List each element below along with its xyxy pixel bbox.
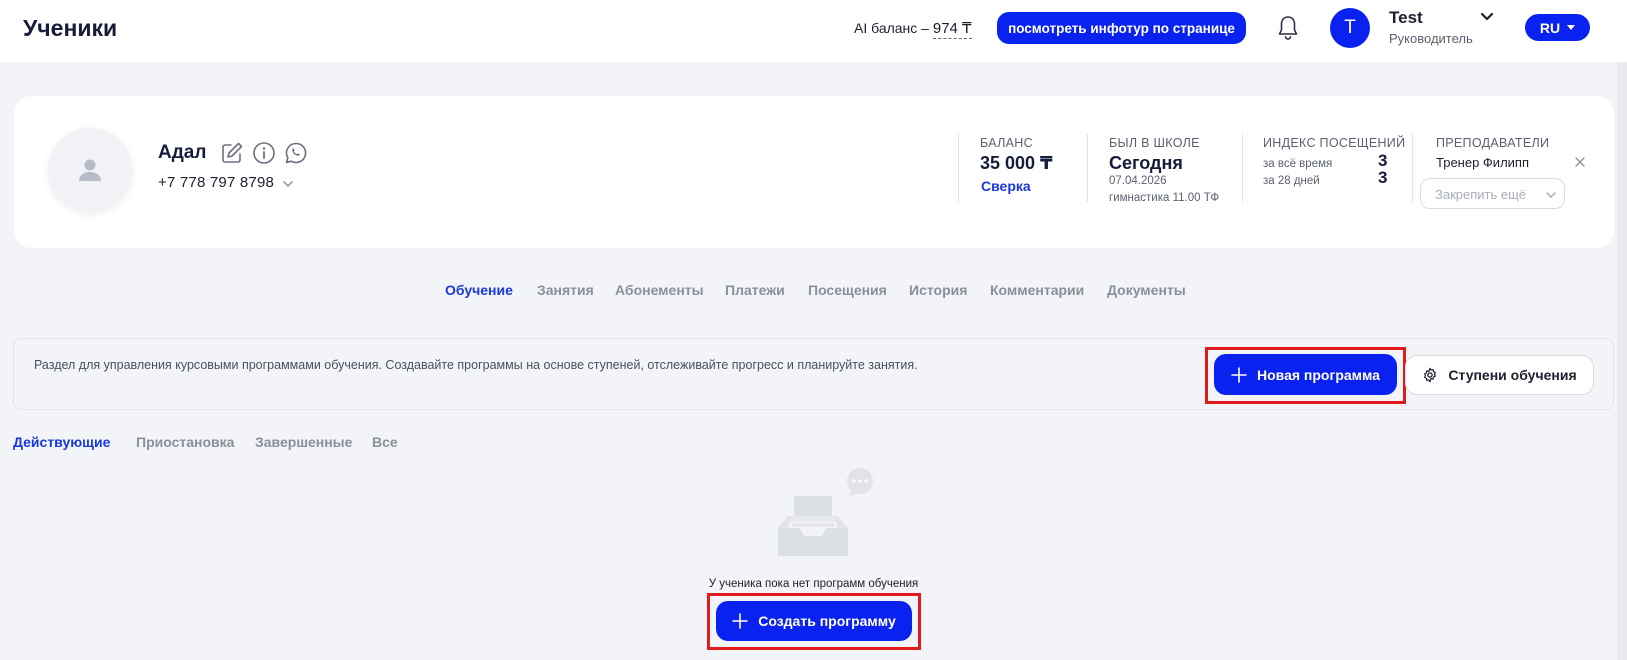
tab-comments[interactable]: Комментарии bbox=[990, 282, 1084, 298]
whatsapp-icon[interactable] bbox=[284, 141, 308, 165]
divider bbox=[958, 134, 959, 202]
ai-balance-amount[interactable]: 974 ₸ bbox=[932, 20, 972, 39]
chevron-down-icon bbox=[1546, 192, 1556, 199]
ai-balance[interactable]: AI баланс – 974 ₸ bbox=[854, 19, 972, 39]
user-name[interactable]: Test bbox=[1389, 8, 1423, 28]
learning-steps-label: Ступени обучения bbox=[1448, 367, 1577, 383]
new-program-button[interactable]: Новая программа bbox=[1214, 354, 1397, 395]
last-visit-class: гимнастика 11.00 ТФ bbox=[1109, 192, 1220, 204]
attendance-28-value: 3 bbox=[1378, 168, 1388, 187]
divider bbox=[1087, 134, 1088, 202]
subtab-completed[interactable]: Завершенные bbox=[255, 434, 352, 450]
attendance-label: ИНДЕКС ПОСЕЩЕНИЙ bbox=[1263, 136, 1406, 150]
tab-history[interactable]: История bbox=[909, 282, 967, 298]
pin-teacher-placeholder: Закрепить ещё bbox=[1435, 187, 1527, 202]
edit-icon[interactable] bbox=[220, 141, 244, 165]
tab-payments[interactable]: Платежи bbox=[725, 282, 785, 298]
caret-down-icon bbox=[1567, 25, 1576, 30]
subtab-all[interactable]: Все bbox=[372, 434, 398, 450]
info-tour-button[interactable]: посмотреть инфотур по странице bbox=[997, 12, 1246, 44]
tab-subscriptions[interactable]: Абонементы bbox=[615, 282, 704, 298]
balance-label: БАЛАНС bbox=[980, 136, 1033, 150]
last-visit-value: Сегодня bbox=[1109, 153, 1183, 173]
create-program-button[interactable]: Создать программу bbox=[716, 601, 912, 641]
chevron-down-icon[interactable] bbox=[1480, 10, 1494, 24]
reconciliation-link[interactable]: Сверка bbox=[981, 178, 1031, 194]
language-label: RU bbox=[1539, 19, 1561, 36]
tab-lessons[interactable]: Занятия bbox=[537, 282, 594, 298]
tab-education[interactable]: Обучение bbox=[445, 282, 513, 298]
close-icon[interactable] bbox=[1574, 156, 1586, 168]
ai-balance-label: AI баланс – bbox=[854, 20, 929, 36]
student-name: Адал bbox=[158, 142, 207, 163]
chevron-down-icon[interactable] bbox=[282, 178, 294, 190]
new-program-label: Новая программа bbox=[1257, 366, 1380, 383]
pin-teacher-select[interactable]: Закрепить ещё bbox=[1420, 178, 1565, 209]
divider bbox=[1242, 134, 1243, 202]
plus-icon bbox=[732, 613, 749, 629]
empty-state-text: У ученика пока нет программ обучения bbox=[708, 578, 919, 590]
gear-icon bbox=[1424, 367, 1437, 383]
tab-documents[interactable]: Документы bbox=[1107, 282, 1186, 298]
last-visit-label: БЫЛ В ШКОЛЕ bbox=[1109, 136, 1200, 150]
person-icon bbox=[79, 159, 101, 181]
attendance-28-label: за 28 дней bbox=[1263, 175, 1320, 187]
plus-icon bbox=[1231, 366, 1247, 383]
student-tabs: Обучение Занятия Абонементы Платежи Посе… bbox=[0, 282, 1617, 302]
learning-steps-button[interactable]: Ступени обучения bbox=[1405, 355, 1594, 395]
teachers-label: ПРЕПОДАВАТЕЛИ bbox=[1436, 136, 1550, 150]
user-avatar[interactable]: T bbox=[1330, 8, 1370, 48]
subtab-paused[interactable]: Приостановка bbox=[136, 434, 234, 450]
tab-visits[interactable]: Посещения bbox=[808, 282, 887, 298]
empty-inbox-icon bbox=[778, 468, 873, 556]
language-select[interactable]: RU bbox=[1525, 14, 1590, 41]
student-phone: +7 778 797 8798 bbox=[158, 174, 275, 191]
user-role: Руководитель bbox=[1389, 31, 1473, 46]
divider bbox=[1412, 134, 1413, 202]
student-avatar[interactable] bbox=[48, 128, 132, 212]
subtab-active[interactable]: Действующие bbox=[13, 434, 110, 450]
scrollbar[interactable] bbox=[1617, 62, 1627, 660]
top-header: Ученики AI баланс – 974 ₸ посмотреть инф… bbox=[0, 0, 1627, 62]
education-description: Раздел для управления курсовыми программ… bbox=[34, 358, 918, 372]
bell-icon[interactable] bbox=[1276, 14, 1300, 42]
student-profile-card: Адал +7 778 797 8798 БАЛАНС 35 000 ₸ Све… bbox=[14, 96, 1614, 248]
last-visit-date: 07.04.2026 bbox=[1109, 175, 1167, 187]
attendance-all-label: за всё время bbox=[1263, 158, 1333, 170]
teacher-name: Тренер Филипп bbox=[1436, 155, 1529, 170]
info-icon[interactable] bbox=[252, 141, 276, 165]
page-title: Ученики bbox=[23, 15, 118, 41]
balance-value: 35 000 ₸ bbox=[980, 153, 1053, 173]
create-program-label: Создать программу bbox=[758, 613, 896, 629]
